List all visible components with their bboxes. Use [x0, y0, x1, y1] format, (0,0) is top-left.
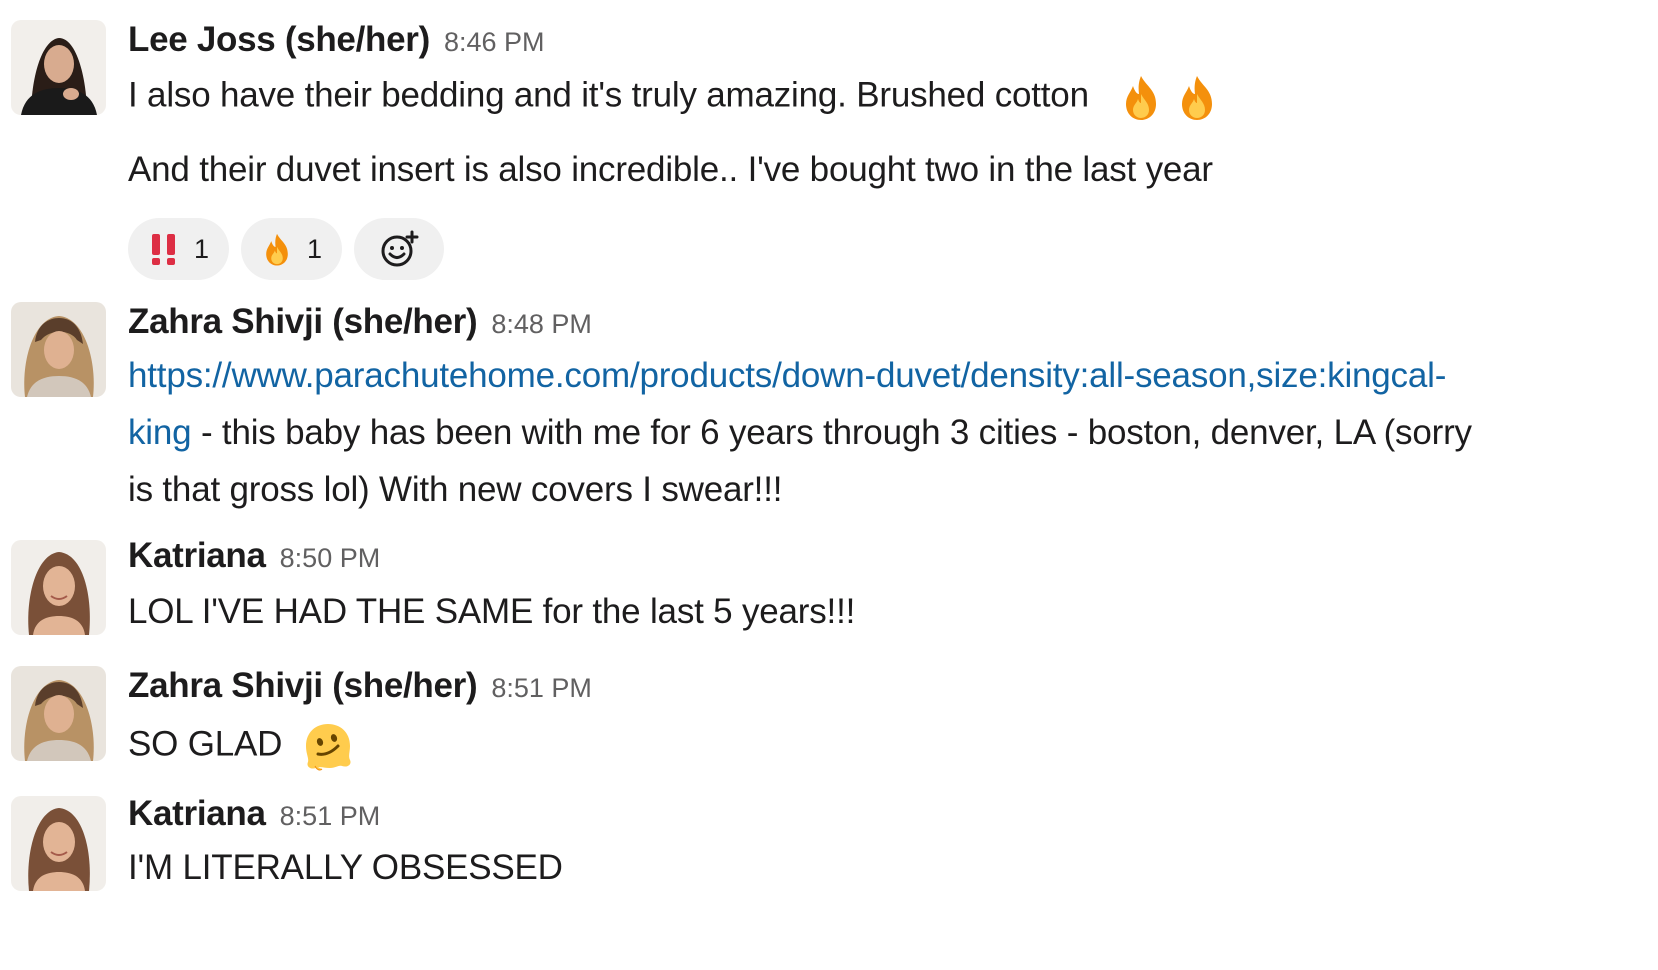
double-exclamation-icon	[152, 234, 175, 265]
reaction-count: 1	[194, 233, 210, 264]
message-text-line: I also have their bedding and it's truly…	[128, 75, 1089, 115]
message-text-line: And their duvet insert is also incredibl…	[128, 150, 1213, 189]
avatar[interactable]	[11, 666, 106, 761]
avatar[interactable]	[11, 20, 106, 115]
message-text-line: is that gross lol) With new covers I swe…	[128, 470, 783, 509]
parachute-link[interactable]: https://www.parachutehome.com/products/d…	[128, 356, 1446, 396]
message-text: I also have their bedding and it's truly…	[128, 72, 1222, 122]
message-text: SO GLAD	[128, 718, 356, 774]
author-name[interactable]: Lee Joss (she/her)	[128, 20, 430, 59]
reactions-bar: 1 1	[128, 218, 445, 280]
timestamp[interactable]: 8:48 PM	[491, 309, 592, 339]
fire-icon	[266, 233, 288, 266]
reaction-fire[interactable]: 1	[241, 218, 343, 280]
parachute-link-continued[interactable]: king	[128, 413, 192, 452]
avatar[interactable]	[11, 540, 106, 635]
author-name[interactable]: Katriana	[128, 794, 266, 833]
add-reaction-icon	[381, 230, 419, 267]
add-reaction-button[interactable]	[354, 218, 445, 280]
message-text: SO GLAD	[128, 724, 283, 764]
timestamp[interactable]: 8:46 PM	[444, 27, 545, 57]
message-header: Zahra Shivji (she/her) 8:51 PM	[128, 666, 592, 706]
reaction-count: 1	[307, 233, 323, 264]
timestamp[interactable]: 8:51 PM	[280, 801, 381, 831]
timestamp[interactable]: 8:50 PM	[280, 543, 381, 573]
message-header: Zahra Shivji (she/her) 8:48 PM	[128, 302, 592, 342]
author-name[interactable]: Zahra Shivji (she/her)	[128, 666, 478, 705]
avatar[interactable]	[11, 302, 106, 397]
message-header: Lee Joss (she/her) 8:46 PM	[128, 20, 545, 60]
message-header: Katriana 8:50 PM	[128, 536, 380, 576]
author-name[interactable]: Katriana	[128, 536, 266, 575]
timestamp[interactable]: 8:51 PM	[491, 673, 592, 703]
message-text: LOL I'VE HAD THE SAME for the last 5 yea…	[128, 592, 856, 631]
message-header: Katriana 8:51 PM	[128, 794, 380, 834]
reaction-double-exclamation[interactable]: 1	[128, 218, 230, 280]
message-text-line: king - this baby has been with me for 6 …	[128, 413, 1472, 453]
avatar[interactable]	[11, 796, 106, 891]
melting-face-emoji	[300, 718, 356, 774]
fire-emoji	[1172, 72, 1222, 122]
message-text: I'M LITERALLY OBSESSED	[128, 848, 563, 887]
message-text: - this baby has been with me for 6 years…	[191, 413, 1472, 452]
author-name[interactable]: Zahra Shivji (she/her)	[128, 302, 478, 341]
fire-emoji	[1116, 72, 1166, 122]
